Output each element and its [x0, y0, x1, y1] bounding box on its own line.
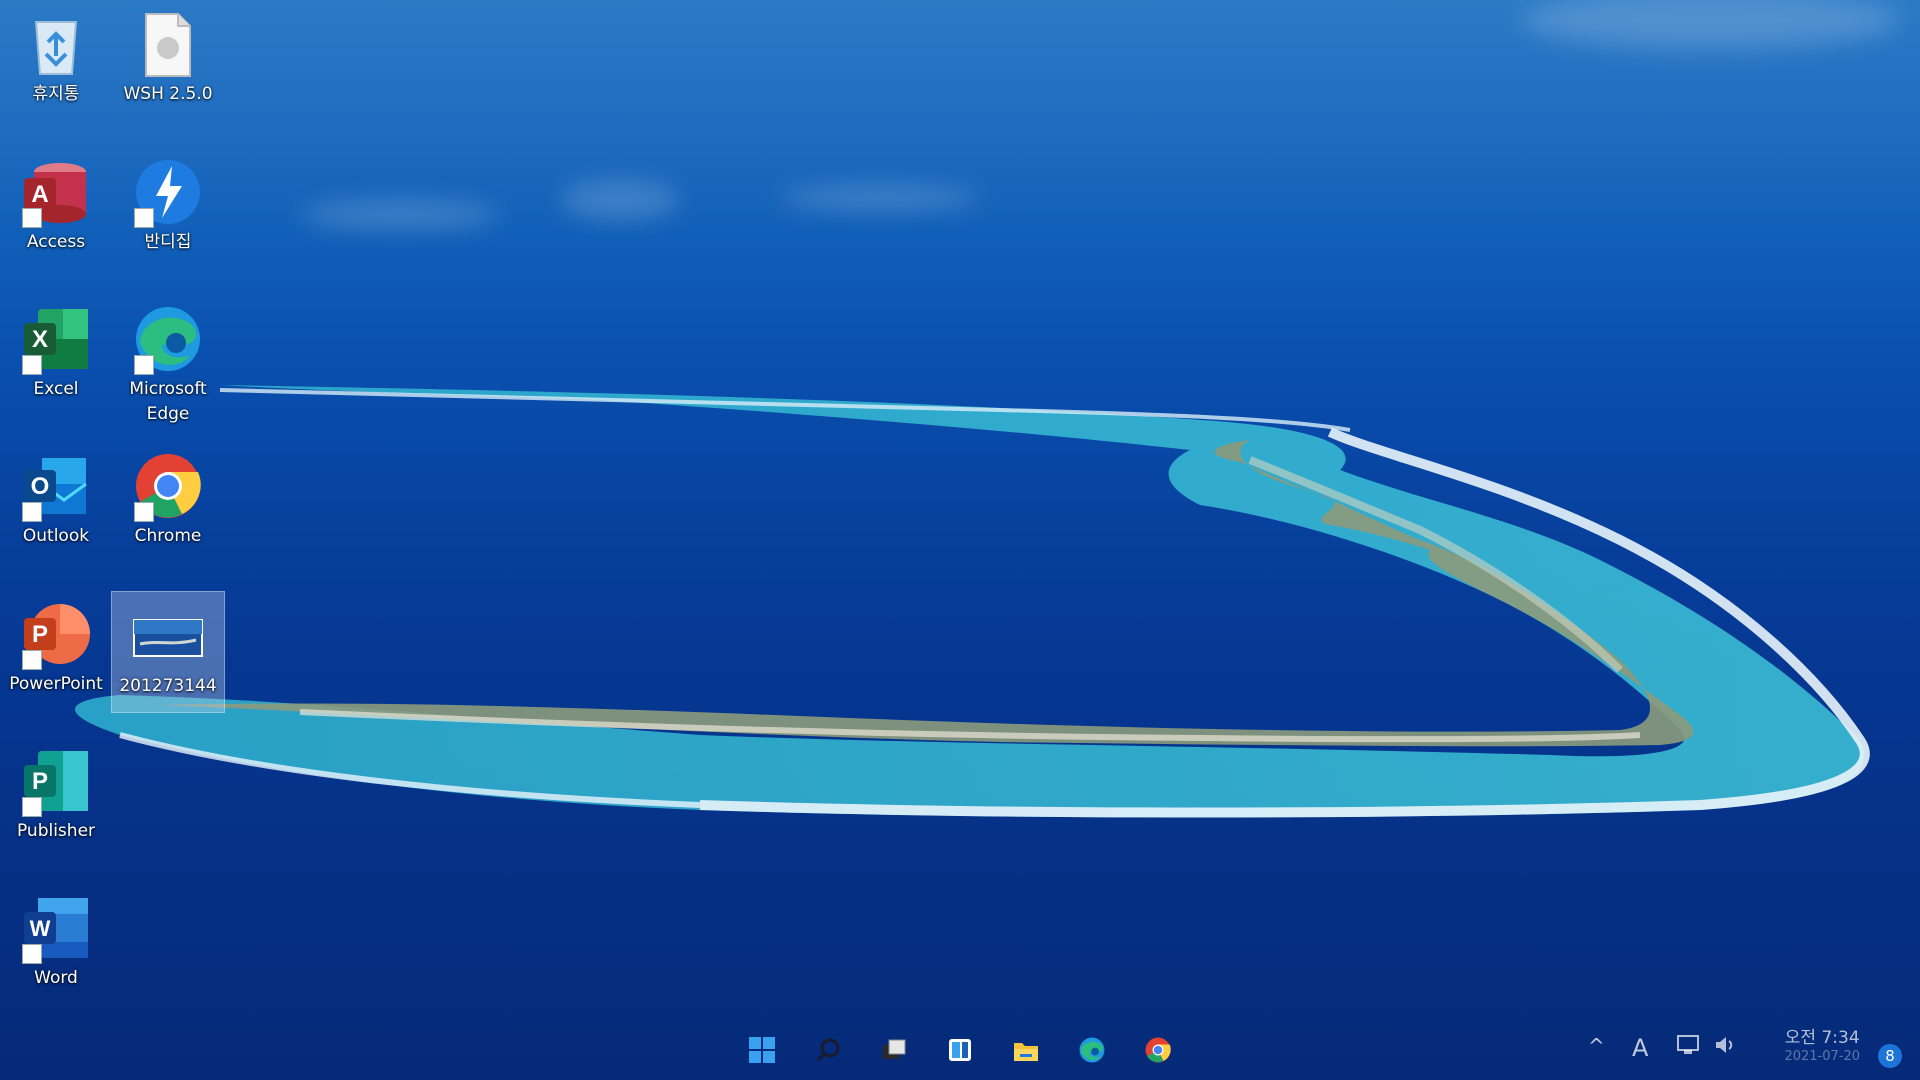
desktop-icon-word[interactable]: W Word [0, 884, 112, 1004]
shortcut-arrow-icon [134, 208, 154, 228]
clock-time: 오전 7:34 [1784, 1028, 1860, 1048]
icon-label: 반디집 [144, 232, 192, 252]
bandizip-icon [132, 156, 204, 228]
edge-icon [1079, 1037, 1105, 1063]
desktop-icon-powerpoint[interactable]: P PowerPoint [0, 590, 112, 710]
publisher-icon: P [20, 745, 92, 817]
chrome-taskbar-button[interactable] [1140, 1032, 1176, 1068]
outlook-icon: O [20, 450, 92, 522]
svg-text:W: W [30, 916, 51, 941]
shortcut-arrow-icon [134, 355, 154, 375]
svg-text:A: A [31, 181, 48, 208]
image-file-icon [132, 600, 204, 672]
wallpaper-atoll [75, 385, 1870, 818]
desktop-icon-publisher[interactable]: P Publisher [0, 737, 112, 857]
edge-icon [132, 303, 204, 375]
volume-icon[interactable] [1714, 1034, 1738, 1061]
widgets-button[interactable] [942, 1032, 978, 1068]
file-icon [132, 8, 204, 80]
icon-label: Outlook [22, 526, 90, 546]
svg-text:O: O [31, 473, 50, 500]
start-button[interactable] [744, 1032, 780, 1068]
chrome-icon [1145, 1037, 1171, 1063]
shortcut-arrow-icon [22, 650, 42, 670]
word-icon: W [20, 892, 92, 964]
shortcut-arrow-icon [22, 797, 42, 817]
taskbar: ^ A 오전 7:34 2021-07-20 8 [0, 1020, 1920, 1080]
desktop-icon-image-file[interactable]: 201273144 [111, 591, 225, 713]
shortcut-arrow-icon [134, 502, 154, 522]
icon-label: Excel [33, 379, 79, 399]
clock-date: 2021-07-20 [1784, 1049, 1860, 1064]
desktop-icon-recycle-bin[interactable]: 휴지통 [0, 0, 112, 120]
desktop[interactable]: 휴지통 WSH 2.5.0 A Access 반디집 X Excel Micro… [0, 0, 1920, 1080]
edge-taskbar-button[interactable] [1074, 1032, 1110, 1068]
icon-label: Publisher [16, 821, 96, 841]
desktop-icon-wsh[interactable]: WSH 2.5.0 [112, 0, 224, 120]
icon-label: Access [26, 232, 86, 252]
shortcut-arrow-icon [22, 355, 42, 375]
desktop-icon-access[interactable]: A Access [0, 148, 112, 268]
desktop-icon-outlook[interactable]: O Outlook [0, 442, 112, 562]
search-icon [816, 1038, 840, 1062]
desktop-icon-edge[interactable]: Microsoft Edge [112, 295, 224, 435]
icon-label: WSH 2.5.0 [123, 84, 213, 104]
icon-label: 201273144 [119, 676, 217, 696]
search-button[interactable] [810, 1032, 846, 1068]
desktop-icon-excel[interactable]: X Excel [0, 295, 112, 415]
chrome-icon [132, 450, 204, 522]
network-icon[interactable] [1676, 1034, 1700, 1061]
tray-overflow-chevron[interactable]: ^ [1588, 1034, 1605, 1058]
file-explorer-button[interactable] [1008, 1032, 1044, 1068]
clock[interactable]: 오전 7:34 2021-07-20 [1784, 1026, 1860, 1064]
shortcut-arrow-icon [22, 944, 42, 964]
notification-badge[interactable]: 8 [1878, 1044, 1902, 1068]
recycle-bin-icon [20, 8, 92, 80]
ime-indicator[interactable]: A [1632, 1034, 1648, 1062]
powerpoint-icon: P [20, 598, 92, 670]
excel-icon: X [20, 303, 92, 375]
task-view-button[interactable] [876, 1032, 912, 1068]
start-icon [749, 1037, 775, 1063]
icon-label: PowerPoint [9, 674, 103, 694]
icon-label: Word [34, 968, 78, 988]
icon-label: Microsoft Edge [129, 379, 207, 424]
file-explorer-icon [1014, 1043, 1038, 1061]
shortcut-arrow-icon [22, 208, 42, 228]
icon-label: Chrome [134, 526, 202, 546]
svg-text:X: X [32, 326, 48, 353]
icon-label: 휴지통 [32, 84, 80, 104]
task-view-icon [883, 1039, 906, 1059]
svg-text:P: P [32, 768, 48, 795]
shortcut-arrow-icon [22, 502, 42, 522]
access-icon: A [20, 156, 92, 228]
desktop-icon-chrome[interactable]: Chrome [112, 442, 224, 562]
desktop-icon-bandizip[interactable]: 반디집 [112, 148, 224, 268]
svg-text:P: P [32, 621, 48, 648]
widgets-icon [949, 1039, 971, 1061]
